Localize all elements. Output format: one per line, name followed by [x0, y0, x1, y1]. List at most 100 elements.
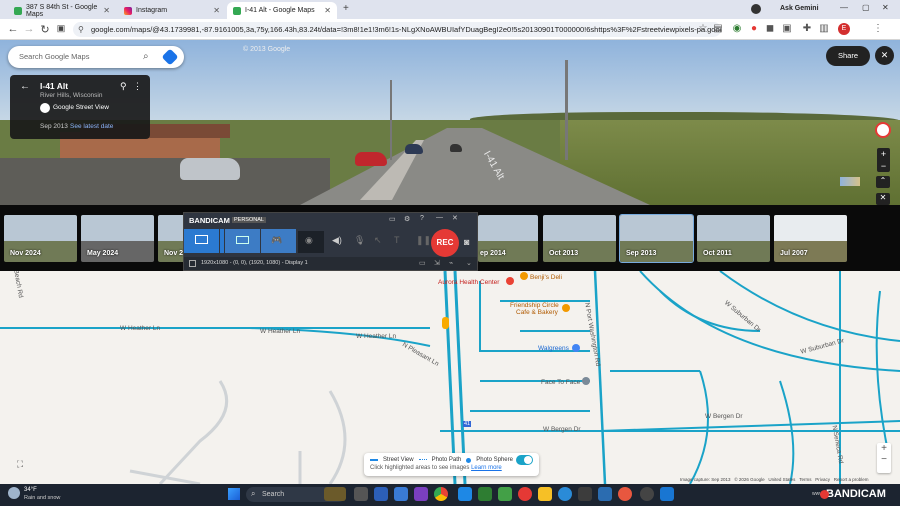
- maximize-button[interactable]: ▢: [862, 3, 870, 12]
- sidebar-icon[interactable]: ▥: [818, 23, 830, 35]
- address-bar[interactable]: google.com/maps/@43.1739981,-87.9161005,…: [73, 22, 721, 37]
- hospital-pin-icon[interactable]: [506, 277, 514, 285]
- rec-button[interactable]: REC: [431, 229, 459, 257]
- extensions-puzzle-icon[interactable]: ✚: [801, 23, 813, 35]
- poi-friendship-2[interactable]: Cafe & Bakery: [516, 309, 558, 316]
- media-player-icon[interactable]: [640, 487, 654, 501]
- minimize-button[interactable]: —: [840, 3, 848, 12]
- layer-thumbnail[interactable]: [840, 177, 860, 186]
- search-input[interactable]: Search Google Maps: [8, 46, 184, 68]
- poi-friendship-1[interactable]: Friendship Circle: [510, 302, 559, 309]
- speaker-icon[interactable]: ◀): [332, 235, 342, 246]
- tab-instagram[interactable]: Instagram ✕: [118, 2, 226, 19]
- fullscreen-icon[interactable]: ⛶: [14, 459, 26, 471]
- text-icon[interactable]: T: [394, 235, 400, 245]
- attr-privacy[interactable]: Privacy: [815, 477, 830, 482]
- attr-terms[interactable]: Terms: [799, 477, 811, 482]
- help-icon[interactable]: ?: [420, 215, 424, 222]
- weather-temp[interactable]: 34°F: [24, 487, 37, 493]
- timeline-thumb[interactable]: Oct 2011: [697, 215, 770, 262]
- file-explorer-icon[interactable]: [538, 487, 552, 501]
- search-icon[interactable]: ⌕: [143, 51, 149, 62]
- extension-icon-1[interactable]: ◉: [731, 23, 743, 35]
- poi-face-to-face[interactable]: Face To Face: [541, 379, 580, 386]
- defender-icon[interactable]: [660, 487, 674, 501]
- chrome-profile-icon[interactable]: [618, 487, 632, 501]
- video-icon[interactable]: ▭: [419, 259, 426, 267]
- spreadsheet-icon[interactable]: [478, 487, 492, 501]
- site-info-icon[interactable]: ⚲: [78, 25, 84, 34]
- pegman-icon[interactable]: [442, 317, 449, 329]
- close-streetview-button[interactable]: ✕: [875, 46, 894, 65]
- shop-pin-icon[interactable]: [582, 377, 590, 385]
- tab-i41-alt[interactable]: I-41 Alt - Google Maps ✕: [227, 2, 337, 19]
- attr-country[interactable]: United States: [768, 477, 795, 482]
- timeline-thumb-selected[interactable]: Sep 2013: [619, 214, 694, 263]
- see-latest-link[interactable]: See latest date: [70, 123, 113, 130]
- task-view-icon[interactable]: [354, 487, 368, 501]
- back-icon[interactable]: ←: [6, 23, 20, 35]
- reload-icon[interactable]: ↻: [38, 23, 52, 36]
- windows-start-icon[interactable]: [228, 488, 240, 500]
- mode-dropdown[interactable]: [220, 229, 224, 253]
- edge-icon[interactable]: [558, 487, 572, 501]
- extension-icon-3[interactable]: ◼: [764, 23, 776, 35]
- extension-icon-4[interactable]: ▣: [781, 23, 793, 35]
- restaurant-pin-icon[interactable]: [520, 272, 528, 280]
- timeline-thumb[interactable]: ep 2014: [478, 215, 538, 262]
- zoom-in-button[interactable]: +: [877, 443, 891, 454]
- app-icon-green[interactable]: [498, 487, 512, 501]
- pause-icon[interactable]: ❚❚: [416, 235, 431, 246]
- timeline-thumb[interactable]: May 2024: [81, 215, 154, 262]
- bandicam-taskbar-icon[interactable]: [518, 487, 532, 501]
- resize-icon[interactable]: ⇲: [434, 259, 440, 267]
- timeline-thumb[interactable]: Nov 2: [158, 215, 186, 262]
- pharmacy-pin-icon[interactable]: [572, 344, 580, 352]
- menu-kebab-icon[interactable]: ⋮: [872, 23, 884, 35]
- compass-icon[interactable]: [875, 122, 891, 138]
- gemini-icon[interactable]: [751, 4, 761, 14]
- teams-icon[interactable]: [458, 487, 472, 501]
- close-icon[interactable]: ✕: [103, 6, 110, 15]
- extension-icon-2[interactable]: ●: [748, 23, 760, 35]
- app-icon-dark[interactable]: [578, 487, 592, 501]
- tab-387-s-84th[interactable]: 387 S 84th St - Google Maps ✕: [8, 2, 116, 19]
- timeline-thumb[interactable]: Jul 2007: [774, 215, 847, 262]
- screenshot-camera-icon[interactable]: ◙: [464, 237, 469, 247]
- location-pin-icon[interactable]: ⚲: [120, 81, 127, 92]
- poi-aurora[interactable]: Aurora Health Center: [438, 279, 499, 286]
- timeline-thumb[interactable]: Oct 2013: [543, 215, 616, 262]
- close-icon[interactable]: ✕: [324, 6, 331, 15]
- bandicam-close[interactable]: ✕: [452, 214, 458, 222]
- window-close-button[interactable]: ✕: [882, 3, 889, 12]
- tab-search-icon[interactable]: ▣: [54, 23, 68, 34]
- close-icon[interactable]: ✕: [213, 6, 220, 15]
- share-button[interactable]: Share: [826, 46, 870, 66]
- expand-timeline-icon[interactable]: ⌃: [876, 176, 890, 188]
- chrome-icon[interactable]: [434, 487, 448, 501]
- zoom-out-button[interactable]: −: [877, 454, 891, 465]
- settings-gear-icon[interactable]: ⚙: [404, 215, 410, 223]
- close-timeline-icon[interactable]: ✕: [876, 193, 890, 205]
- photos-icon[interactable]: [598, 487, 612, 501]
- app-icon-v[interactable]: [374, 487, 388, 501]
- map-zoom-control[interactable]: + −: [877, 443, 891, 473]
- profile-avatar[interactable]: E: [838, 23, 850, 35]
- zoom-control[interactable]: + −: [877, 148, 890, 172]
- forward-icon[interactable]: →: [22, 23, 36, 35]
- cursor-icon[interactable]: ↖: [374, 235, 382, 246]
- bandicam-minimize[interactable]: —: [436, 214, 443, 221]
- attr-report[interactable]: Report a problem: [834, 477, 869, 482]
- microphone-icon[interactable]: 🎙: [354, 235, 365, 246]
- weather-text[interactable]: Rain and snow: [24, 495, 60, 501]
- expand-chevron-icon[interactable]: ⌄: [466, 259, 472, 267]
- split-view-icon[interactable]: ▤: [712, 23, 724, 35]
- audio-icon[interactable]: ⌁: [449, 259, 453, 267]
- copilot-icon[interactable]: [414, 487, 428, 501]
- timeline-thumb[interactable]: Nov 2024: [4, 215, 77, 262]
- cafe-pin-icon[interactable]: [562, 304, 570, 312]
- capture-date[interactable]: Sep 2013: [40, 123, 68, 130]
- more-options-icon[interactable]: ⋮: [133, 81, 142, 92]
- weather-icon[interactable]: [8, 487, 20, 499]
- learn-more-link[interactable]: Learn more: [471, 465, 502, 471]
